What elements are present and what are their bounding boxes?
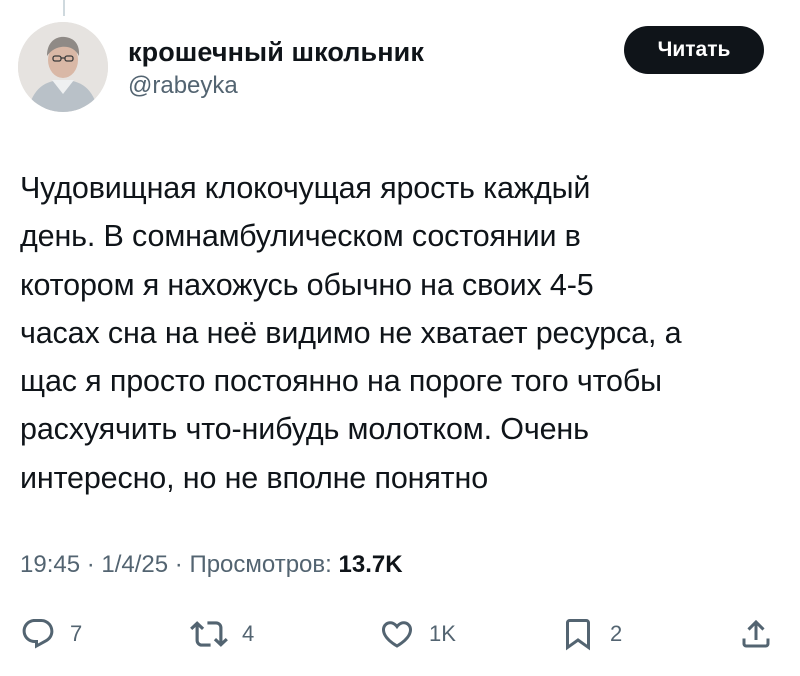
meta-separator: · (80, 551, 102, 578)
author-info: крошечный школьник @rabeyka (128, 36, 424, 102)
like-count: 1K (429, 621, 456, 646)
reply-icon (22, 619, 54, 649)
views-count[interactable]: 13.7K (339, 551, 403, 578)
meta-separator: · (168, 551, 190, 578)
heart-icon (381, 621, 413, 648)
user-avatar-icon (18, 22, 108, 112)
retweet-count: 4 (242, 621, 255, 646)
tweet-date[interactable]: 1/4/25 (101, 551, 168, 578)
bookmark-count: 2 (610, 621, 623, 646)
reply-count: 7 (70, 621, 83, 646)
thread-connector-line (63, 0, 65, 16)
author-name[interactable]: крошечный школьник (128, 36, 424, 68)
views-label: Просмотров: (189, 551, 332, 578)
like-button[interactable]: 1K (379, 612, 456, 656)
share-button[interactable] (738, 612, 774, 656)
tweet-meta: 19:45 · 1/4/25 · Просмотров: 13.7K (20, 549, 403, 581)
author-handle[interactable]: @rabeyka (128, 70, 424, 102)
tweet-actions-bar: 7 4 1K 2 (0, 612, 800, 656)
share-icon (742, 619, 770, 648)
bookmark-icon (566, 619, 590, 651)
reply-button[interactable]: 7 (20, 612, 82, 656)
tweet-time[interactable]: 19:45 (20, 551, 80, 578)
bookmark-button[interactable]: 2 (560, 612, 622, 656)
retweet-icon (190, 621, 228, 647)
author-avatar[interactable] (18, 22, 108, 112)
retweet-button[interactable]: 4 (190, 612, 254, 656)
tweet-text: Чудовищная клокочущая ярость каждый день… (20, 171, 682, 495)
follow-button[interactable]: Читать (624, 26, 764, 74)
